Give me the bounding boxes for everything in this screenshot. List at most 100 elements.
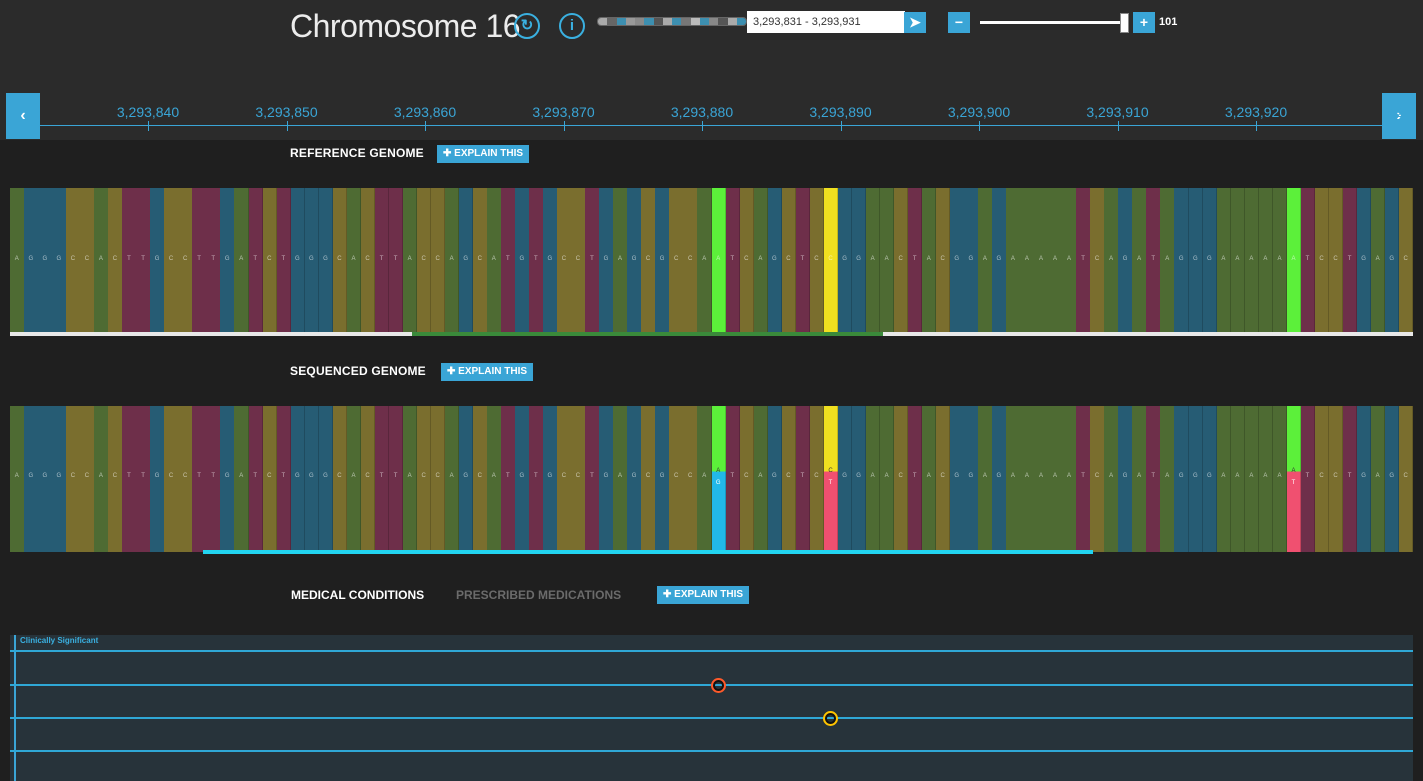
base-column[interactable]: C — [571, 188, 586, 332]
base-column[interactable]: A — [1370, 188, 1386, 332]
base-column[interactable]: C — [332, 406, 348, 552]
base-column[interactable]: A — [1160, 406, 1175, 552]
base-column[interactable]: G — [655, 406, 670, 552]
base-column[interactable]: G — [304, 406, 320, 552]
base-column[interactable]: G — [964, 188, 979, 332]
base-column[interactable]: C — [178, 188, 193, 332]
base-column[interactable]: G — [290, 188, 306, 332]
base-column[interactable]: T — [1300, 188, 1316, 332]
base-column[interactable]: C — [557, 406, 572, 552]
base-column[interactable]: T — [1076, 188, 1091, 332]
base-column[interactable]: A — [613, 406, 628, 552]
base-column[interactable]: C — [66, 188, 81, 332]
base-column[interactable]: A — [1062, 188, 1077, 332]
base-column[interactable]: A — [1132, 188, 1147, 332]
base-column[interactable]: C — [416, 406, 432, 552]
base-column[interactable]: T — [529, 188, 544, 332]
base-column[interactable]: A — [1244, 188, 1260, 332]
base-column[interactable]: C — [935, 406, 951, 552]
base-column[interactable]: G — [515, 188, 530, 332]
base-column[interactable]: G — [1118, 188, 1133, 332]
base-column[interactable]: C — [430, 188, 446, 332]
base-column[interactable]: G — [1188, 188, 1204, 332]
base-column[interactable]: C — [472, 406, 488, 552]
base-column[interactable]: T — [795, 406, 811, 552]
base-column[interactable]: A — [753, 188, 769, 332]
base-column[interactable]: A — [487, 406, 502, 552]
base-column[interactable]: G — [38, 188, 53, 332]
range-input[interactable] — [747, 11, 905, 33]
go-button[interactable]: ➤ — [904, 12, 926, 33]
base-column[interactable]: T — [388, 188, 404, 332]
base-column[interactable]: T — [1342, 406, 1358, 552]
base-column[interactable]: T — [276, 406, 292, 552]
base-column[interactable]: C — [557, 188, 572, 332]
base-column[interactable]: C — [1090, 406, 1105, 552]
base-column[interactable]: C — [1398, 188, 1413, 332]
base-column[interactable]: AT — [1286, 406, 1302, 552]
base-column[interactable]: G — [543, 188, 558, 332]
base-column[interactable]: G — [964, 406, 979, 552]
tab-medical-conditions[interactable]: MEDICAL CONDITIONS — [291, 588, 424, 602]
base-column[interactable]: G — [515, 406, 530, 552]
base-column[interactable]: A — [879, 188, 895, 332]
base-column[interactable]: G — [24, 188, 39, 332]
base-column[interactable]: A — [1370, 406, 1386, 552]
base-column[interactable]: A — [94, 406, 109, 552]
base-column[interactable]: C — [164, 188, 179, 332]
base-column[interactable]: C — [360, 406, 376, 552]
base-column[interactable]: T — [206, 406, 221, 552]
base-column[interactable]: A — [753, 406, 769, 552]
base-column[interactable]: G — [851, 406, 867, 552]
base-column[interactable]: C — [262, 188, 278, 332]
base-column[interactable]: A — [1160, 188, 1175, 332]
base-column[interactable]: A — [10, 406, 25, 552]
base-column[interactable]: C — [809, 188, 825, 332]
base-column[interactable]: G — [1174, 188, 1189, 332]
base-column[interactable]: G — [950, 406, 965, 552]
zoom-out-button[interactable]: − — [948, 12, 970, 33]
base-column[interactable]: A — [1272, 406, 1288, 552]
base-column[interactable]: G — [150, 406, 165, 552]
base-column[interactable]: C — [108, 188, 123, 332]
sequenced-explain-button[interactable]: ✚ EXPLAIN THIS — [441, 363, 534, 381]
base-column[interactable]: G — [627, 406, 642, 552]
base-column[interactable]: T — [248, 406, 264, 552]
base-column[interactable]: C — [669, 188, 684, 332]
base-column[interactable]: T — [529, 406, 544, 552]
base-column[interactable]: G — [52, 406, 67, 552]
base-column[interactable]: G — [1356, 406, 1372, 552]
base-column[interactable]: G — [1202, 188, 1218, 332]
base-column[interactable]: A — [1244, 406, 1260, 552]
base-column[interactable]: C — [80, 188, 95, 332]
base-column[interactable]: T — [136, 188, 151, 332]
base-column[interactable]: T — [907, 188, 923, 332]
base-column[interactable]: T — [388, 406, 404, 552]
base-column[interactable]: C — [164, 406, 179, 552]
base-column[interactable]: A — [1020, 406, 1035, 552]
base-column[interactable]: C — [1314, 406, 1330, 552]
base-column[interactable]: C — [430, 406, 446, 552]
base-column[interactable]: C — [893, 406, 909, 552]
condition-marker[interactable] — [823, 710, 839, 726]
base-column[interactable]: A — [487, 188, 502, 332]
base-column[interactable]: A — [1062, 406, 1077, 552]
base-column[interactable]: C — [683, 406, 698, 552]
base-column[interactable]: C — [571, 406, 586, 552]
condition-marker[interactable] — [711, 677, 726, 693]
base-column[interactable]: A — [402, 188, 418, 332]
base-column[interactable]: A — [1104, 406, 1119, 552]
base-column[interactable]: A — [94, 188, 109, 332]
base-column[interactable]: G — [150, 188, 165, 332]
base-column[interactable]: CT — [823, 406, 839, 552]
base-column[interactable]: A — [1216, 188, 1232, 332]
base-column[interactable]: G — [851, 188, 867, 332]
zoom-in-button[interactable]: + — [1133, 12, 1155, 33]
base-column[interactable]: C — [1328, 406, 1344, 552]
base-column[interactable]: A — [865, 188, 881, 332]
base-column[interactable]: G — [1384, 188, 1400, 332]
base-column[interactable]: A — [1034, 188, 1049, 332]
base-column[interactable]: C — [262, 406, 278, 552]
base-column[interactable]: C — [1090, 188, 1105, 332]
base-column[interactable]: C — [80, 406, 95, 552]
